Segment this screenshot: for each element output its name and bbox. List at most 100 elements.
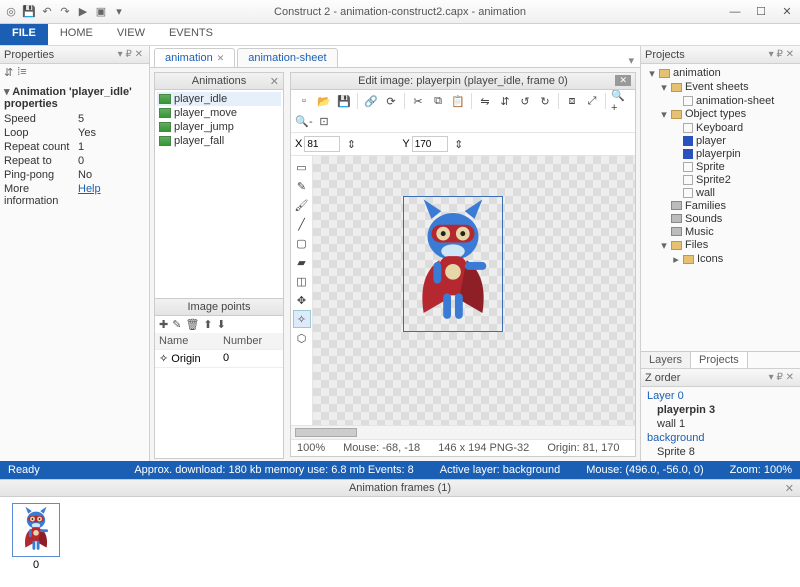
- save-icon[interactable]: 💾: [22, 5, 36, 19]
- prop-name: Ping-pong: [4, 169, 78, 181]
- open-icon[interactable]: 📂: [315, 92, 333, 110]
- picker-tool-icon[interactable]: ✥: [293, 291, 311, 309]
- close-icon[interactable]: ✕: [217, 53, 225, 64]
- tree-node[interactable]: animation-sheet: [645, 94, 796, 107]
- maximize-button[interactable]: ☐: [748, 3, 774, 21]
- tree-node[interactable]: ▾Files: [645, 238, 796, 252]
- prop-value[interactable]: 1: [78, 141, 84, 153]
- tree-node[interactable]: Sounds: [645, 212, 796, 225]
- save-icon[interactable]: 💾: [335, 92, 353, 110]
- paste-icon[interactable]: 📋: [449, 92, 467, 110]
- close-icon[interactable]: ✕: [615, 75, 631, 86]
- zoom-out-icon[interactable]: 🔍-: [295, 112, 313, 130]
- tree-node[interactable]: Music: [645, 225, 796, 238]
- redo-icon[interactable]: ↷: [58, 5, 72, 19]
- imagepoint-row[interactable]: ✧ Origin 0: [155, 350, 283, 368]
- close-icon[interactable]: ✕: [785, 482, 794, 495]
- categorize-icon[interactable]: ⁞≡: [17, 66, 26, 79]
- doctab-animation[interactable]: animation ✕: [154, 48, 235, 67]
- minimize-button[interactable]: —: [722, 3, 748, 21]
- stepper-icon[interactable]: ⇕: [342, 135, 360, 153]
- close-button[interactable]: ✕: [774, 3, 800, 21]
- crop-icon[interactable]: ⧈: [563, 92, 581, 110]
- run-icon[interactable]: ▶: [76, 5, 90, 19]
- doctab-animation-sheet[interactable]: animation-sheet: [237, 48, 337, 67]
- animation-item[interactable]: player_jump: [157, 120, 281, 134]
- y-input[interactable]: [412, 136, 448, 152]
- pin-icon[interactable]: ▾ ₽ ✕: [116, 49, 145, 60]
- up-icon[interactable]: ⬆: [203, 318, 212, 331]
- new-icon[interactable]: ▫: [295, 92, 313, 110]
- delete-icon[interactable]: 🗑: [185, 318, 199, 331]
- canvas[interactable]: [313, 156, 635, 425]
- tab-layers[interactable]: Layers: [641, 352, 691, 368]
- pin-icon[interactable]: ▾ ₽ ✕: [767, 49, 796, 60]
- animation-item[interactable]: player_idle: [157, 92, 281, 106]
- prop-value[interactable]: 5: [78, 113, 84, 125]
- brush-tool-icon[interactable]: 🖌: [293, 196, 311, 214]
- add-icon[interactable]: ✚: [159, 318, 168, 331]
- tree-node[interactable]: ▸Icons: [645, 252, 796, 266]
- poly-tool-icon[interactable]: ⬡: [293, 329, 311, 347]
- dropdown-icon[interactable]: ▾: [112, 5, 126, 19]
- doctab-label: animation-sheet: [248, 52, 326, 64]
- prop-value[interactable]: No: [78, 169, 92, 181]
- zoom-fit-icon[interactable]: ⊡: [315, 112, 333, 130]
- tab-view[interactable]: VIEW: [105, 24, 157, 45]
- frame-item[interactable]: 0: [6, 503, 66, 581]
- prop-value[interactable]: Yes: [78, 127, 96, 139]
- flip-v-icon[interactable]: ⇵: [496, 92, 514, 110]
- animation-item[interactable]: player_fall: [157, 134, 281, 148]
- copy-icon[interactable]: ⧉: [429, 92, 447, 110]
- tab-home[interactable]: HOME: [48, 24, 105, 45]
- select-tool-icon[interactable]: ▭: [293, 158, 311, 176]
- tab-events[interactable]: EVENTS: [157, 24, 225, 45]
- tree-node[interactable]: Sprite2: [645, 173, 796, 186]
- zorder-item[interactable]: playerpin 3: [647, 403, 794, 417]
- sort-icon[interactable]: ⇵: [4, 66, 13, 79]
- animation-item[interactable]: player_move: [157, 106, 281, 120]
- prop-value[interactable]: 0: [78, 155, 84, 167]
- tree-node[interactable]: ▾Event sheets: [645, 80, 796, 94]
- x-input[interactable]: [304, 136, 340, 152]
- close-icon[interactable]: ✕: [270, 75, 279, 88]
- tree-node[interactable]: ▾animation: [645, 66, 796, 80]
- undo-icon[interactable]: ↶: [40, 5, 54, 19]
- zorder-item[interactable]: Sprite 8: [647, 445, 794, 459]
- sprite-bounds[interactable]: [403, 196, 503, 332]
- help-link[interactable]: Help: [78, 183, 101, 207]
- resize-icon[interactable]: ⤢: [583, 92, 601, 110]
- down-icon[interactable]: ⬇: [217, 318, 226, 331]
- line-tool-icon[interactable]: ╱: [293, 215, 311, 233]
- tree-node[interactable]: player: [645, 134, 796, 147]
- zorder-layer[interactable]: background: [647, 431, 794, 445]
- tree-node[interactable]: playerpin: [645, 147, 796, 160]
- pin-icon[interactable]: ▾ ₽ ✕: [767, 372, 796, 383]
- pencil-tool-icon[interactable]: ✎: [293, 177, 311, 195]
- tree-node[interactable]: Keyboard: [645, 121, 796, 134]
- zorder-layer[interactable]: Layer 0: [647, 389, 794, 403]
- edit-icon[interactable]: ✎: [172, 318, 181, 331]
- tree-node[interactable]: Sprite: [645, 160, 796, 173]
- eraser-tool-icon[interactable]: ◫: [293, 272, 311, 290]
- link-icon[interactable]: 🔗: [362, 92, 380, 110]
- tree-node[interactable]: wall: [645, 186, 796, 199]
- rect-tool-icon[interactable]: ▢: [293, 234, 311, 252]
- rotate-ccw-icon[interactable]: ↺: [516, 92, 534, 110]
- tab-projects[interactable]: Projects: [691, 352, 748, 368]
- cut-icon[interactable]: ✂: [409, 92, 427, 110]
- tab-file[interactable]: FILE: [0, 24, 48, 45]
- zoom-in-icon[interactable]: 🔍+: [610, 92, 628, 110]
- debug-icon[interactable]: ▣: [94, 5, 108, 19]
- zorder-item[interactable]: wall 1: [647, 417, 794, 431]
- refresh-icon[interactable]: ⟳: [382, 92, 400, 110]
- rotate-cw-icon[interactable]: ↻: [536, 92, 554, 110]
- stepper-icon[interactable]: ⇕: [450, 135, 468, 153]
- flip-h-icon[interactable]: ⇋: [476, 92, 494, 110]
- tree-node[interactable]: ▾Object types: [645, 107, 796, 121]
- origin-tool-icon[interactable]: ✧: [293, 310, 311, 328]
- tree-node[interactable]: Families: [645, 199, 796, 212]
- fill-tool-icon[interactable]: ▰: [293, 253, 311, 271]
- doctab-menu[interactable]: ▾: [622, 54, 640, 67]
- h-scrollbar[interactable]: [291, 425, 635, 439]
